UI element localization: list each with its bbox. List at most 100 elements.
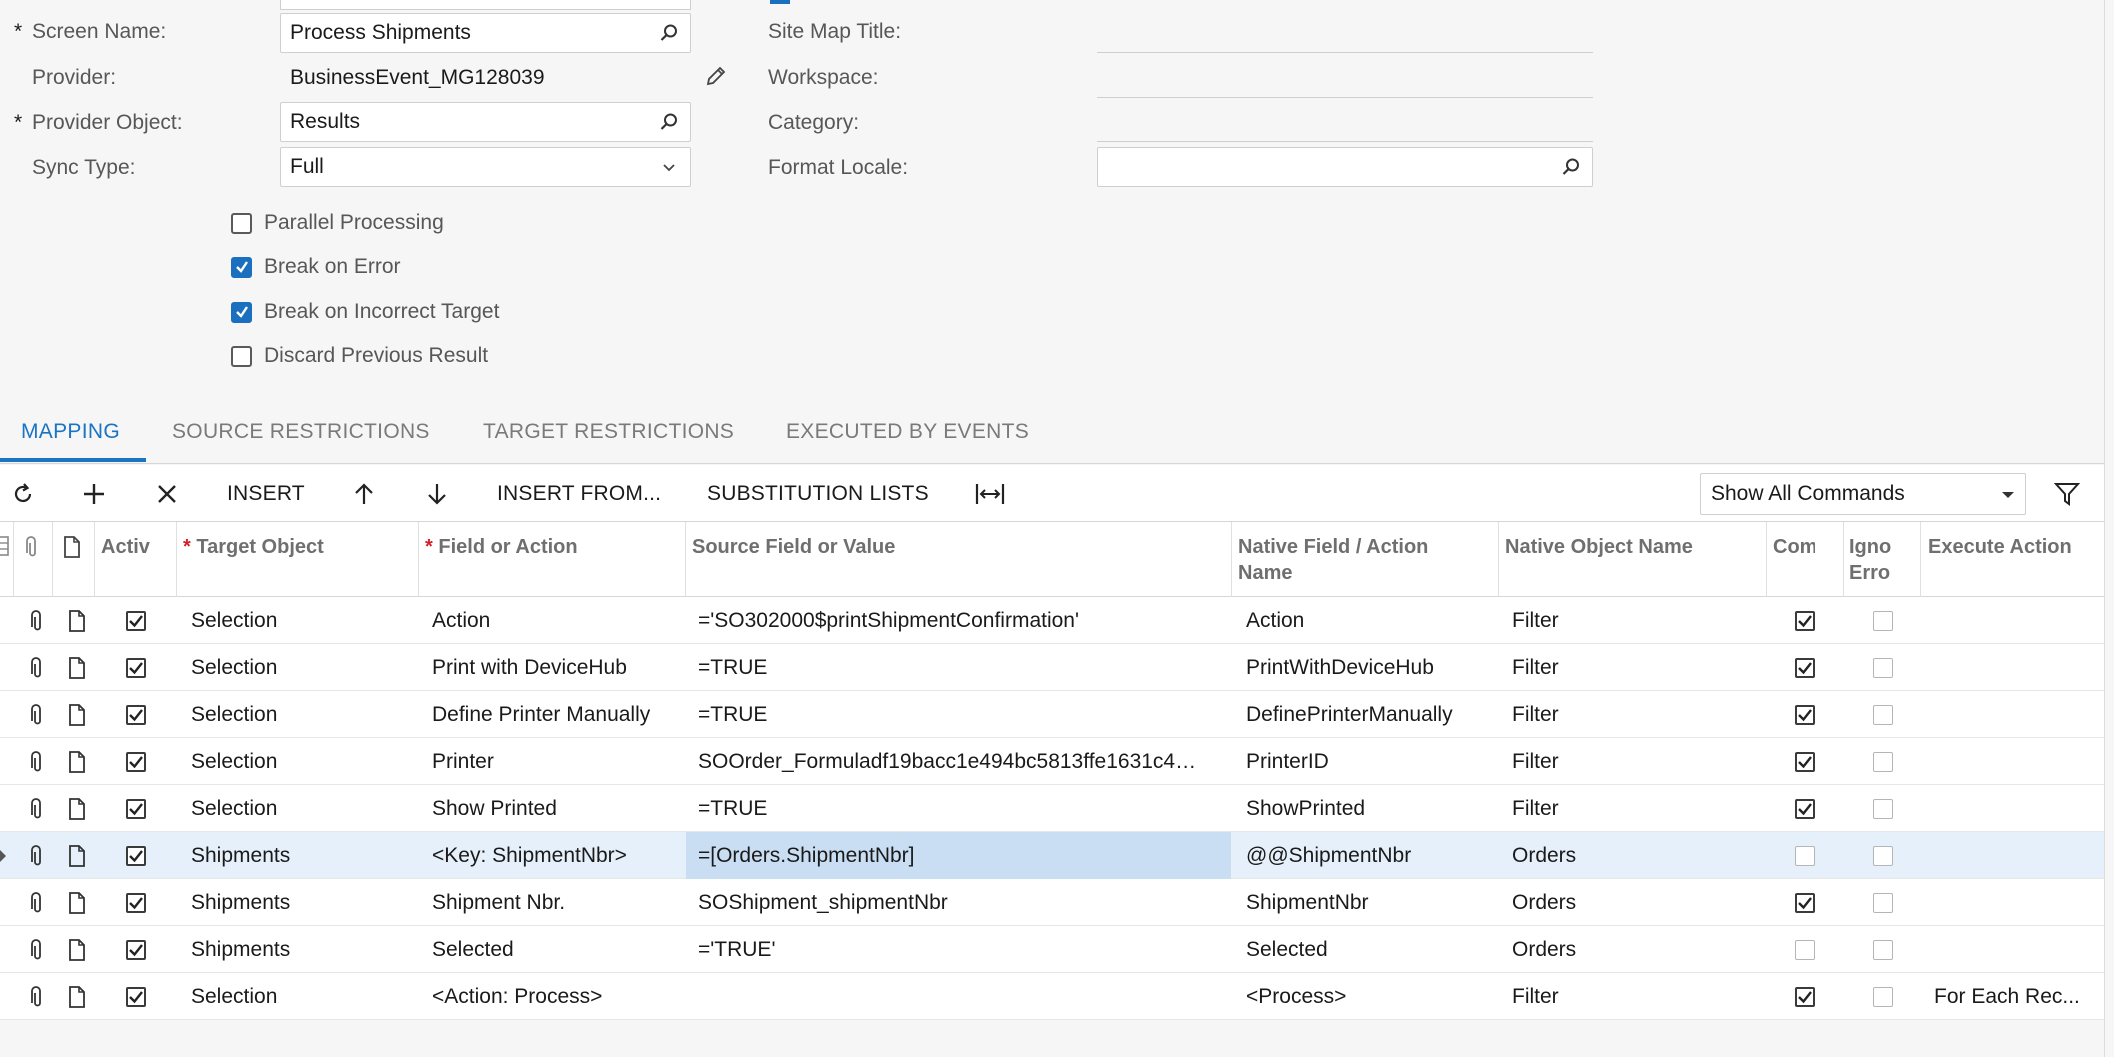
substitution-lists-button[interactable]: SUBSTITUTION LISTS	[707, 465, 929, 522]
table-row[interactable]: Selection Action ='SO302000$printShipmentC…	[0, 597, 2104, 644]
commands-select[interactable]: Show All Commands	[1700, 473, 2026, 515]
field-or-action-cell[interactable]: Define Printer Manually	[432, 691, 682, 738]
target-object-cell[interactable]: Selection	[191, 644, 416, 691]
ignore-error-checkbox[interactable]	[1871, 832, 1895, 879]
parallel-processing-checkbox[interactable]: Parallel Processing	[231, 211, 444, 235]
insert-from-button[interactable]: INSERT FROM...	[497, 465, 661, 522]
ignore-error-checkbox[interactable]	[1871, 926, 1895, 973]
search-icon[interactable]	[1559, 155, 1583, 179]
vertical-scrollbar[interactable]	[2104, 0, 2114, 1057]
note-icon[interactable]	[65, 691, 89, 738]
checkbox-box[interactable]	[231, 212, 252, 234]
checkbox-box[interactable]	[231, 301, 252, 323]
execute-action-cell[interactable]	[1934, 879, 2102, 926]
ignore-error-checkbox-box[interactable]	[1873, 798, 1893, 819]
column-header-active[interactable]: Activ	[101, 534, 181, 560]
field-or-action-cell[interactable]: <Action: Process>	[432, 973, 682, 1020]
column-header-source-field[interactable]: Source Field or Value	[692, 534, 1222, 560]
table-row[interactable]: Selection Define Printer Manually =TRUE Def…	[0, 691, 2104, 738]
commit-checkbox[interactable]	[1793, 832, 1817, 879]
table-row[interactable]: Selection <Action: Process> <Process> Filte…	[0, 973, 2104, 1020]
active-checkbox[interactable]	[124, 832, 148, 879]
table-row[interactable]: Selection Print with DeviceHub =TRUE PrintW…	[0, 644, 2104, 691]
insert-button[interactable]: INSERT	[227, 465, 305, 522]
ignore-error-checkbox-box[interactable]	[1873, 704, 1893, 725]
target-object-cell[interactable]: Selection	[191, 691, 416, 738]
discard-previous-result-checkbox[interactable]: Discard Previous Result	[231, 344, 488, 368]
ignore-error-checkbox[interactable]	[1871, 597, 1895, 644]
ignore-error-checkbox-box[interactable]	[1873, 845, 1893, 866]
target-object-cell[interactable]: Selection	[191, 973, 416, 1020]
active-checkbox[interactable]	[124, 973, 148, 1020]
commit-checkbox[interactable]	[1793, 597, 1817, 644]
attachment-icon[interactable]	[24, 973, 48, 1020]
source-field-cell[interactable]: ='TRUE'	[686, 926, 1231, 973]
note-icon[interactable]	[65, 926, 89, 973]
search-icon[interactable]	[657, 110, 681, 134]
active-checkbox-box[interactable]	[126, 892, 146, 913]
ignore-error-checkbox[interactable]	[1871, 691, 1895, 738]
note-icon[interactable]	[65, 597, 89, 644]
commit-checkbox-box[interactable]	[1795, 610, 1815, 631]
source-field-cell[interactable]	[686, 973, 1231, 1020]
checkbox-box[interactable]	[231, 345, 252, 367]
active-checkbox-box[interactable]	[126, 610, 146, 631]
note-icon[interactable]	[65, 738, 89, 785]
commit-checkbox-box[interactable]	[1795, 986, 1815, 1007]
target-object-cell[interactable]: Shipments	[191, 926, 416, 973]
commit-checkbox[interactable]	[1793, 644, 1817, 691]
delete-row-icon[interactable]	[155, 465, 179, 522]
table-row[interactable]: Selection Show Printed =TRUE ShowPrinted Fil…	[0, 785, 2104, 832]
ignore-error-checkbox-box[interactable]	[1873, 751, 1893, 772]
execute-action-cell[interactable]	[1934, 691, 2102, 738]
commit-checkbox-box[interactable]	[1795, 798, 1815, 819]
commit-checkbox[interactable]	[1793, 879, 1817, 926]
execute-action-cell[interactable]	[1934, 926, 2102, 973]
filter-icon[interactable]	[2054, 465, 2080, 522]
ignore-error-checkbox-box[interactable]	[1873, 986, 1893, 1007]
commit-checkbox[interactable]	[1793, 738, 1817, 785]
active-checkbox-box[interactable]	[126, 751, 146, 772]
table-row[interactable]: Selection Printer SOOrder_Formuladf19bacc1…	[0, 738, 2104, 785]
active-checkbox-box[interactable]	[126, 845, 146, 866]
tab-source-restrictions[interactable]: SOURCE RESTRICTIONS	[172, 420, 430, 444]
target-object-cell[interactable]: Shipments	[191, 832, 416, 879]
screen-name-field[interactable]: Process Shipments	[280, 13, 691, 53]
commit-checkbox-box[interactable]	[1795, 657, 1815, 678]
active-checkbox[interactable]	[124, 738, 148, 785]
source-field-cell[interactable]: =[Orders.ShipmentNbr]	[686, 832, 1231, 879]
column-header-target-object[interactable]: * Target Object	[183, 534, 413, 560]
active-checkbox-box[interactable]	[126, 798, 146, 819]
attachment-icon[interactable]	[24, 832, 48, 879]
note-icon[interactable]	[65, 879, 89, 926]
note-icon[interactable]	[65, 832, 89, 879]
ignore-error-checkbox-box[interactable]	[1873, 892, 1893, 913]
execute-action-cell[interactable]	[1934, 785, 2102, 832]
column-header-execute-action[interactable]: Execute Action	[1928, 534, 2103, 560]
note-icon[interactable]	[65, 973, 89, 1020]
execute-action-cell[interactable]	[1934, 597, 2102, 644]
source-field-cell[interactable]: SOShipment_shipmentNbr	[686, 879, 1231, 926]
target-object-cell[interactable]: Shipments	[191, 879, 416, 926]
table-row[interactable]: Shipments Selected ='TRUE' Selected Orders	[0, 926, 2104, 973]
field-or-action-cell[interactable]: Shipment Nbr.	[432, 879, 682, 926]
fit-columns-icon[interactable]	[975, 465, 1005, 522]
active-checkbox[interactable]	[124, 597, 148, 644]
attachment-icon[interactable]	[24, 738, 48, 785]
target-object-cell[interactable]: Selection	[191, 738, 416, 785]
field-or-action-cell[interactable]: Show Printed	[432, 785, 682, 832]
active-checkbox-box[interactable]	[126, 986, 146, 1007]
active-checkbox[interactable]	[124, 644, 148, 691]
column-header-commit[interactable]: Com	[1773, 534, 1815, 560]
ignore-error-checkbox[interactable]	[1871, 785, 1895, 832]
row-selector-icon[interactable]	[0, 535, 10, 563]
ignore-error-checkbox-box[interactable]	[1873, 610, 1893, 631]
move-up-icon[interactable]	[352, 465, 376, 522]
break-on-incorrect-target-checkbox[interactable]: Break on Incorrect Target	[231, 300, 499, 324]
ignore-error-checkbox[interactable]	[1871, 879, 1895, 926]
field-or-action-cell[interactable]: Action	[432, 597, 682, 644]
commit-checkbox-box[interactable]	[1795, 704, 1815, 725]
source-field-cell[interactable]: SOOrder_Formuladf19bacc1e494bc5813ffe163…	[686, 738, 1231, 785]
note-icon[interactable]	[65, 785, 89, 832]
commit-checkbox-box[interactable]	[1795, 939, 1815, 960]
